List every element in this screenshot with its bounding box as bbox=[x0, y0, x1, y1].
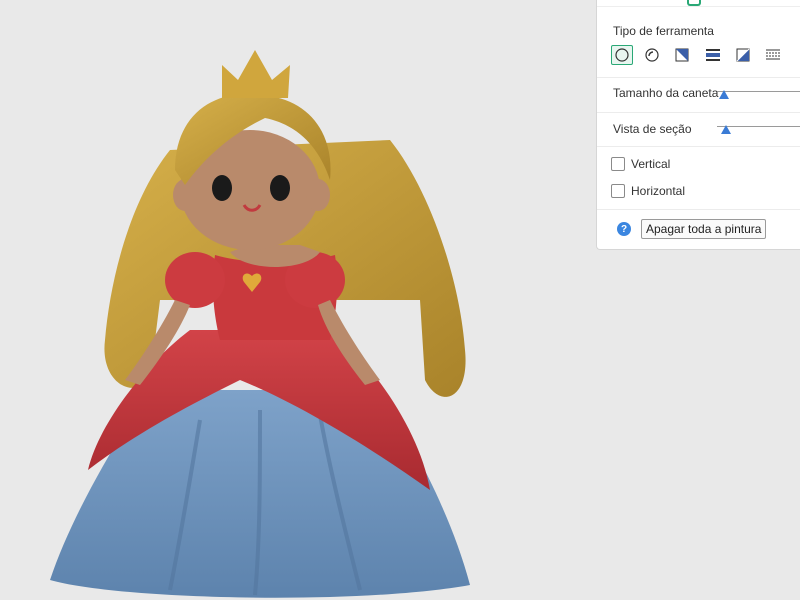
section-divider bbox=[597, 77, 800, 78]
triangle-fill-tool[interactable] bbox=[671, 45, 693, 65]
height-range-icon bbox=[766, 49, 780, 60]
clear-all-paint-button[interactable]: Apagar toda a pintura bbox=[641, 219, 767, 239]
horizontal-fill-tool[interactable] bbox=[702, 45, 724, 65]
sphere-brush-tool[interactable] bbox=[641, 45, 663, 65]
pen-size-track bbox=[717, 91, 800, 92]
circle-brush-tool[interactable] bbox=[611, 45, 633, 65]
help-icon[interactable]: ? bbox=[617, 222, 631, 236]
paint-tool-panel: Tipo de ferramenta Tamanho da caneta Vis… bbox=[596, 0, 800, 250]
pen-size-label: Tamanho da caneta bbox=[613, 86, 719, 100]
gap-fill-tool[interactable] bbox=[732, 45, 754, 65]
horizontal-label: Horizontal bbox=[631, 184, 686, 198]
height-range-tool[interactable] bbox=[762, 45, 784, 65]
pen-size-thumb[interactable] bbox=[719, 90, 729, 99]
section-view-thumb[interactable] bbox=[721, 125, 731, 134]
section-divider bbox=[597, 209, 800, 210]
vertical-checkbox[interactable] bbox=[611, 157, 625, 171]
horizontal-checkbox[interactable] bbox=[611, 184, 625, 198]
horizontal-fill-icon bbox=[706, 49, 720, 61]
tool-type-label: Tipo de ferramenta bbox=[613, 24, 714, 38]
pen-size-slider[interactable] bbox=[717, 86, 800, 100]
triangle-fill-icon bbox=[675, 48, 689, 62]
vertical-label: Vertical bbox=[631, 157, 671, 171]
circle-brush-icon bbox=[615, 48, 629, 62]
section-divider bbox=[597, 146, 800, 147]
section-view-label: Vista de seção bbox=[613, 122, 692, 136]
tool-type-row bbox=[611, 45, 797, 67]
sphere-brush-icon bbox=[645, 48, 659, 62]
gap-fill-icon bbox=[736, 48, 750, 62]
section-view-slider[interactable] bbox=[717, 121, 800, 135]
section-divider bbox=[597, 112, 800, 113]
panel-divider bbox=[597, 6, 800, 7]
